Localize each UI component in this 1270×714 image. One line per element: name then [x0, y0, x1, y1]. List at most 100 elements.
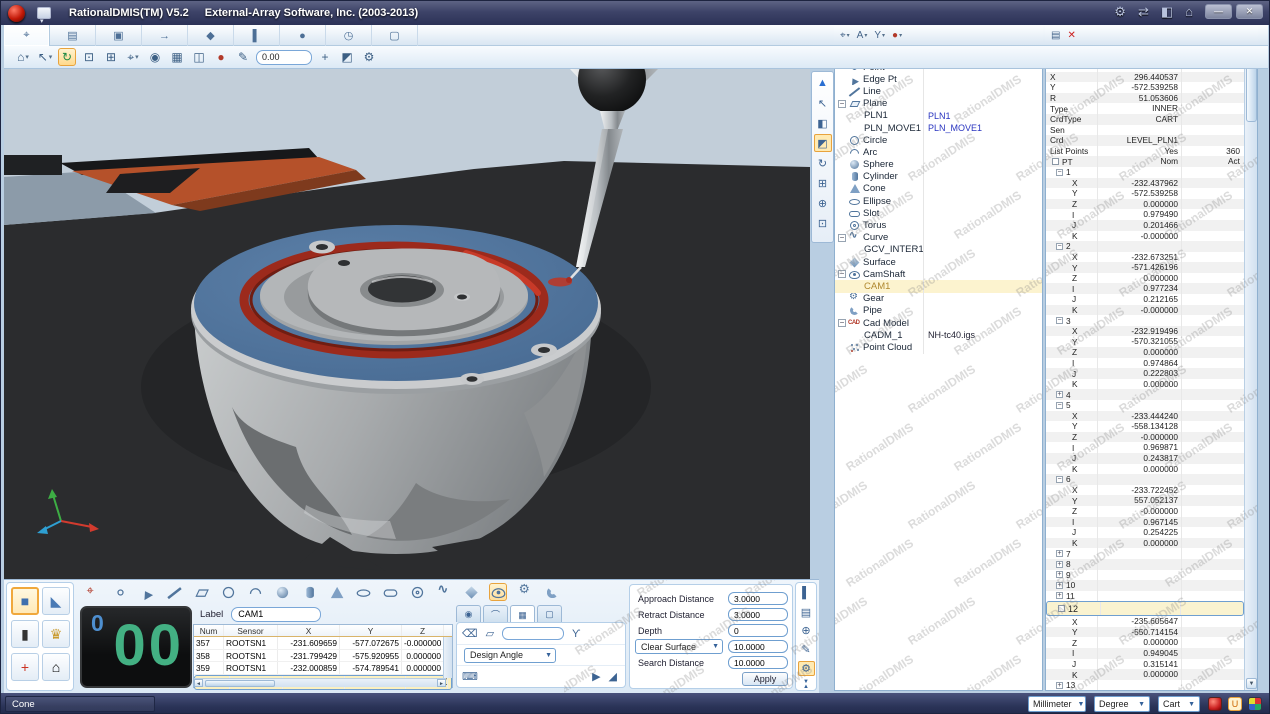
- prop-row-pt[interactable]: PTNomAct: [1046, 156, 1244, 167]
- axes-button[interactable]: +: [11, 653, 39, 681]
- scroll-right-icon[interactable]: ►: [437, 679, 446, 687]
- tab-display[interactable]: ▢: [372, 25, 418, 46]
- search-distance-input[interactable]: [728, 656, 788, 669]
- fixture-button[interactable]: ◣: [42, 587, 70, 615]
- point-3-j[interactable]: J0.222803: [1046, 368, 1244, 379]
- point-row-9[interactable]: +9: [1046, 570, 1244, 581]
- point-row-11[interactable]: +11: [1046, 591, 1244, 602]
- window-toggle-icon[interactable]: ◧: [1161, 4, 1173, 20]
- point-5-k[interactable]: K0.000000: [1046, 464, 1244, 475]
- probe-cad-icon[interactable]: ◢: [609, 670, 617, 683]
- properties-scrollbar[interactable]: ▲ ▼: [1244, 48, 1257, 690]
- tree-item-arc[interactable]: Arc: [835, 146, 1042, 158]
- scroll-thumb[interactable]: [1246, 62, 1257, 122]
- point-3-x[interactable]: X-232.919496: [1046, 326, 1244, 337]
- tree-item-gear[interactable]: Gear: [835, 293, 1042, 305]
- prop-row-crd[interactable]: CrdLEVEL_PLN1: [1046, 135, 1244, 146]
- tab-window-layout[interactable]: ▣: [96, 25, 142, 46]
- probe-button[interactable]: ▌: [798, 586, 815, 601]
- prop-row-y[interactable]: Y-572.539258: [1046, 82, 1244, 93]
- point-12-y[interactable]: Y-550.714154: [1046, 627, 1244, 638]
- tree-item-cad-model[interactable]: −Cad Model: [835, 317, 1042, 329]
- point-expander-icon[interactable]: +: [1056, 391, 1063, 398]
- prop-row-r[interactable]: R51.053606: [1046, 93, 1244, 104]
- keyboard-icon[interactable]: ⌨: [462, 670, 478, 683]
- depth-input[interactable]: [728, 624, 788, 637]
- prop-row-crdtype[interactable]: CrdTypeCART: [1046, 114, 1244, 125]
- point-expander-icon[interactable]: −: [1056, 317, 1063, 324]
- point-expander-icon[interactable]: −: [1056, 476, 1063, 483]
- tree-item-edge-pt[interactable]: Edge Pt: [835, 73, 1042, 85]
- table-vscrollbar[interactable]: [443, 637, 452, 678]
- stamp-icon[interactable]: ▱: [486, 627, 494, 640]
- pan-button[interactable]: ⊞: [102, 48, 120, 66]
- point-expander-icon[interactable]: +: [1056, 561, 1063, 568]
- value-input[interactable]: [502, 627, 564, 640]
- tree-item-circle[interactable]: Circle: [835, 134, 1042, 146]
- minimize-button[interactable]: —: [1205, 4, 1232, 19]
- tree-item-torus[interactable]: Torus: [835, 219, 1042, 231]
- point-row-6[interactable]: −6: [1046, 474, 1244, 485]
- point-row-8[interactable]: +8: [1046, 559, 1244, 570]
- machine-button[interactable]: ⌂: [42, 653, 70, 681]
- feature-torus-button[interactable]: [408, 583, 426, 601]
- cube-select-button[interactable]: ◩: [338, 48, 356, 66]
- point-row-12[interactable]: 12: [1046, 601, 1244, 616]
- probe-run-icon[interactable]: ▶: [592, 670, 600, 683]
- tree-item-ellipse[interactable]: Ellipse: [835, 195, 1042, 207]
- scroll-down-icon[interactable]: ▼: [1246, 678, 1257, 689]
- clear-all-button[interactable]: ✕: [1067, 30, 1075, 41]
- point-5-j[interactable]: J0.243817: [1046, 453, 1244, 464]
- rotary-table-icon[interactable]: U: [1228, 697, 1242, 711]
- paint-button[interactable]: ✎: [234, 48, 252, 66]
- dropdown-arrow-icon[interactable]: ▾: [135, 53, 139, 61]
- scroll-left-icon[interactable]: ◄: [194, 679, 203, 687]
- feature-point-button[interactable]: [111, 583, 129, 601]
- tree-item-pln-move1[interactable]: PLN_MOVE1PLN_MOVE1: [835, 122, 1042, 134]
- tree-expander-icon[interactable]: −: [838, 234, 846, 242]
- viewport-3d[interactable]: [4, 69, 810, 579]
- prop-row-list-points[interactable]: List PointsYes360: [1046, 146, 1244, 157]
- design-angle-select[interactable]: Design Angle ▼: [464, 648, 556, 663]
- render-mode-button[interactable]: ▦: [168, 48, 186, 66]
- view-pan-button[interactable]: ⊞: [814, 174, 832, 192]
- label-filter-button[interactable]: A▾: [857, 30, 868, 41]
- point-expander-icon[interactable]: −: [1056, 169, 1063, 176]
- feature-arc-button[interactable]: [246, 583, 264, 601]
- tree-expander-icon[interactable]: −: [838, 270, 846, 278]
- point-row-5[interactable]: −5: [1046, 400, 1244, 411]
- machine-lock-icon[interactable]: ⌂: [1185, 4, 1193, 20]
- tree-item-pipe[interactable]: Pipe: [835, 305, 1042, 317]
- tree-item-cylinder[interactable]: Cylinder: [835, 171, 1042, 183]
- point-expander-icon[interactable]: +: [1056, 571, 1063, 578]
- point-expander-icon[interactable]: +: [1056, 550, 1063, 557]
- feature-cylinder-button[interactable]: [300, 583, 318, 601]
- point-row-2[interactable]: −2: [1046, 241, 1244, 252]
- record-button[interactable]: ●: [212, 48, 230, 66]
- eye-button[interactable]: ◉: [146, 48, 164, 66]
- unit-select-degree[interactable]: Degree▼: [1094, 696, 1150, 712]
- point-expander-icon[interactable]: −: [1056, 243, 1063, 250]
- point-1-z[interactable]: Z0.000000: [1046, 199, 1244, 210]
- feature-circle-button[interactable]: [219, 583, 237, 601]
- point-3-i[interactable]: I0.974864: [1046, 358, 1244, 369]
- tree-item-sphere[interactable]: Sphere: [835, 159, 1042, 171]
- point-5-z[interactable]: Z-0.000000: [1046, 432, 1244, 443]
- point-12-i[interactable]: I0.949045: [1046, 648, 1244, 659]
- tab-world[interactable]: ●: [280, 25, 326, 46]
- tab-history[interactable]: ◷: [326, 25, 372, 46]
- feature-curve-button[interactable]: [435, 583, 453, 601]
- tab-document[interactable]: ▤: [50, 25, 96, 46]
- tree-expander-icon[interactable]: −: [838, 100, 846, 108]
- point-row-3[interactable]: −3: [1046, 315, 1244, 326]
- feature-surface-button[interactable]: [462, 583, 480, 601]
- point-1-k[interactable]: K-0.000000: [1046, 231, 1244, 242]
- cad-crown-button[interactable]: ♛: [42, 620, 70, 648]
- point-1-y[interactable]: Y-572.539258: [1046, 188, 1244, 199]
- feature-filter-button[interactable]: Y▾: [874, 30, 885, 41]
- dropdown-arrow-icon[interactable]: ▾: [25, 53, 29, 61]
- point-row-7[interactable]: +7: [1046, 548, 1244, 559]
- tab-probe[interactable]: ▌: [234, 25, 280, 46]
- point-5-i[interactable]: I0.969871: [1046, 442, 1244, 453]
- point-1-j[interactable]: J0.201466: [1046, 220, 1244, 231]
